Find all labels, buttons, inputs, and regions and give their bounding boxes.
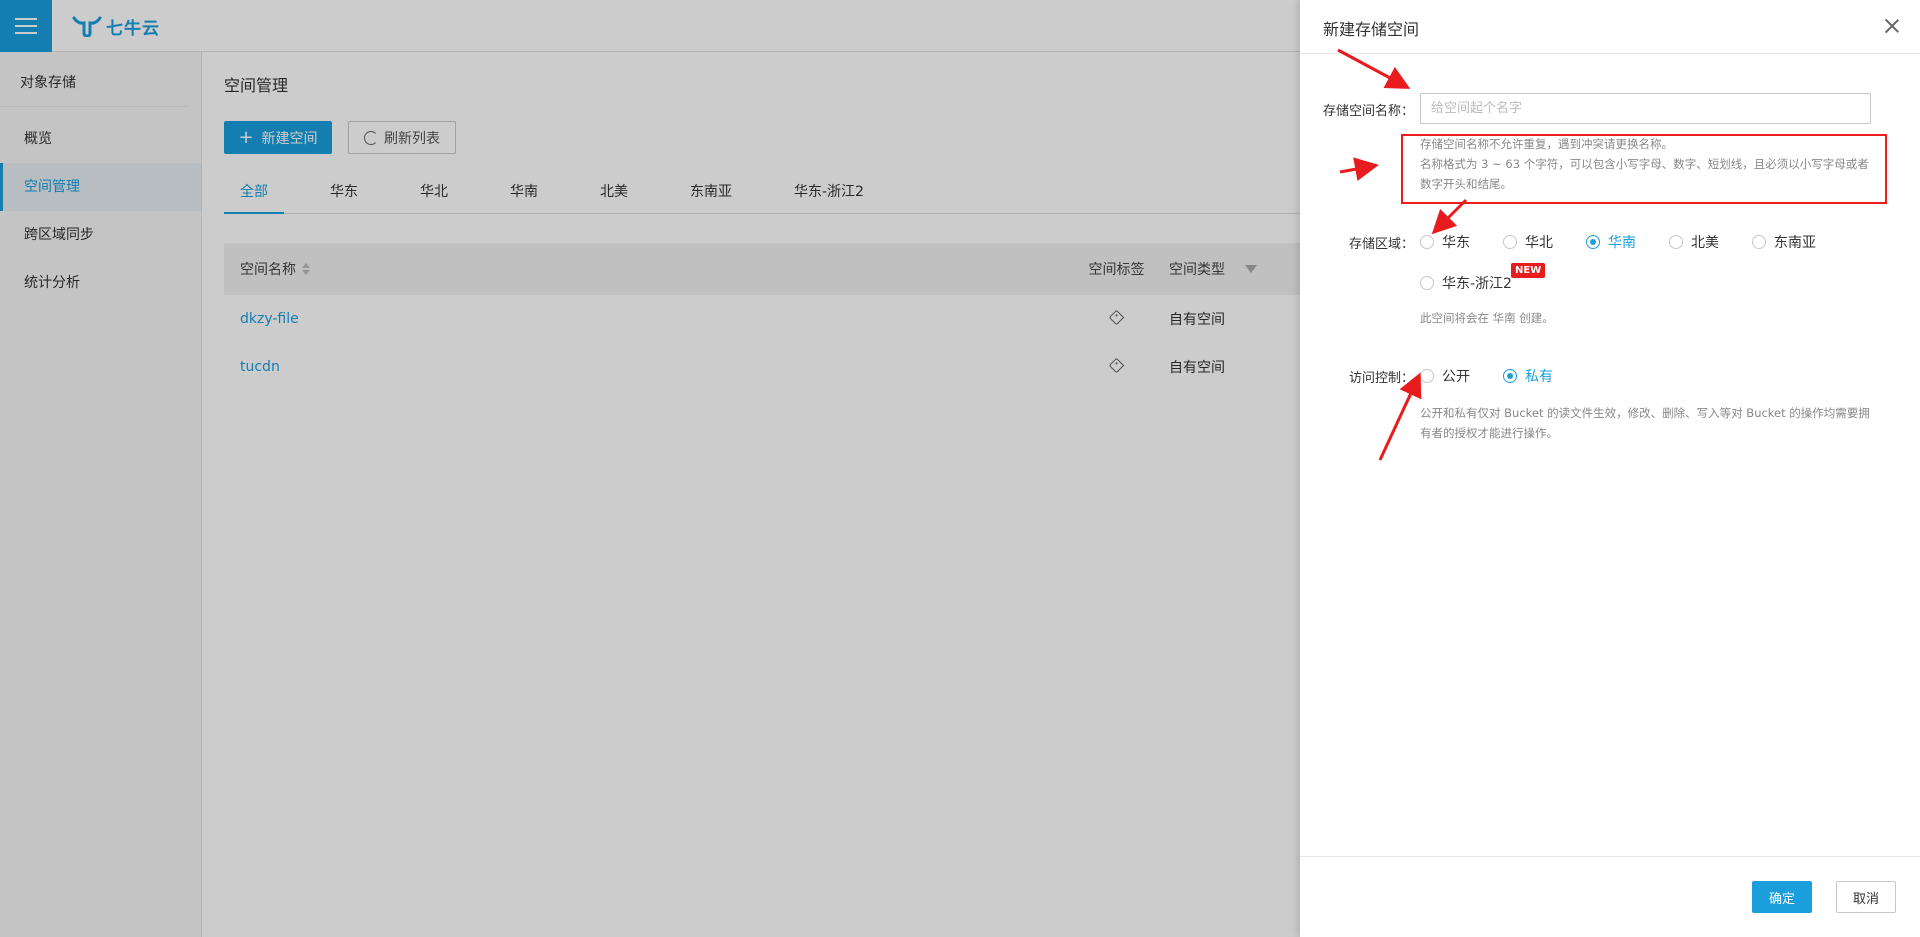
bucket-name-hint-line-1: 存储空间名称不允许重复，遇到冲突请更换名称。	[1420, 137, 1673, 151]
region-option-label: 华东	[1442, 235, 1470, 251]
radio-icon	[1420, 369, 1434, 383]
bucket-name-label: 存储空间名称：	[1323, 104, 1415, 119]
region-radio-south-china[interactable]: 华南	[1586, 232, 1636, 252]
region-option-label: 华南	[1608, 235, 1636, 251]
bucket-name-input[interactable]	[1420, 93, 1871, 124]
region-radio-southeast-asia[interactable]: 东南亚	[1752, 232, 1816, 252]
region-radio-east-china-zhejiang2[interactable]: 华东-浙江2	[1420, 273, 1512, 293]
cancel-button[interactable]: 取消	[1836, 881, 1896, 913]
radio-icon	[1752, 235, 1766, 249]
region-option-label: 东南亚	[1774, 235, 1816, 251]
region-radio-north-china[interactable]: 华北	[1503, 232, 1553, 252]
region-radio-north-america[interactable]: 北美	[1669, 232, 1719, 252]
access-radio-public[interactable]: 公开	[1420, 366, 1470, 386]
drawer-footer: 确定 取消	[1300, 856, 1920, 937]
new-bucket-drawer: 新建存储空间 存储空间名称： 存储空间名称不允许重复，遇到冲突请更换名称。 名称…	[1300, 0, 1920, 937]
access-radio-private[interactable]: 私有	[1503, 366, 1553, 386]
access-control-label: 访问控制：	[1349, 371, 1415, 386]
bucket-name-hint-line-2: 名称格式为 3 ~ 63 个字符，可以包含小写字母、数字、短划线，且必须以小写字…	[1420, 157, 1869, 191]
radio-checked-icon	[1586, 235, 1600, 249]
close-icon[interactable]	[1884, 18, 1900, 34]
region-label: 存储区域：	[1349, 237, 1415, 252]
radio-checked-icon	[1503, 369, 1517, 383]
region-option-label: 北美	[1691, 235, 1719, 251]
radio-icon	[1420, 276, 1434, 290]
confirm-button[interactable]: 确定	[1752, 881, 1812, 913]
drawer-header: 新建存储空间	[1300, 0, 1920, 54]
access-option-label: 公开	[1442, 369, 1470, 385]
radio-icon	[1669, 235, 1683, 249]
region-hint: 此空间将会在 华南 创建。	[1420, 311, 1554, 325]
region-option-label: 华东-浙江2	[1442, 276, 1512, 292]
radio-icon	[1420, 235, 1434, 249]
drawer-title: 新建存储空间	[1323, 20, 1420, 39]
radio-icon	[1503, 235, 1517, 249]
access-option-label: 私有	[1525, 369, 1553, 385]
bucket-name-hint: 存储空间名称不允许重复，遇到冲突请更换名称。 名称格式为 3 ~ 63 个字符，…	[1420, 134, 1880, 194]
region-option-label: 华北	[1525, 235, 1553, 251]
access-control-hint: 公开和私有仅对 Bucket 的读文件生效，修改、删除、写入等对 Bucket …	[1420, 406, 1870, 440]
region-radio-east-china[interactable]: 华东	[1420, 232, 1470, 252]
new-badge: NEW	[1511, 263, 1546, 278]
